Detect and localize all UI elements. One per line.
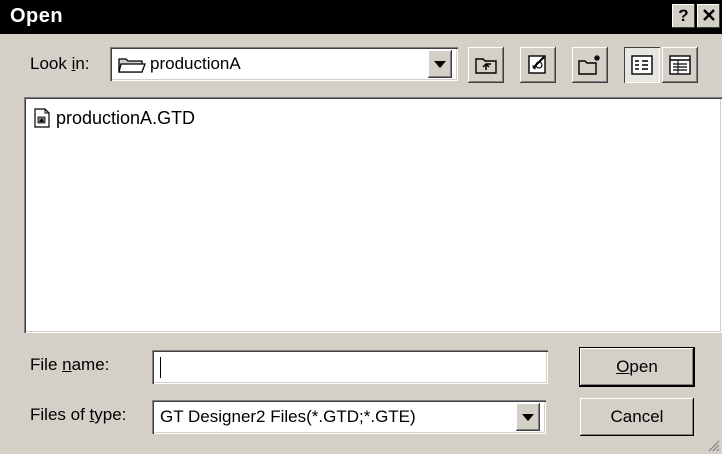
file-name-text: productionA.GTD [56,107,196,128]
close-icon [702,9,715,21]
file-name-input[interactable] [152,350,548,384]
desktop-button[interactable] [520,47,556,83]
up-one-level-icon [475,58,497,74]
window-title: Open [10,5,64,27]
desktop-icon [528,55,546,74]
chevron-down-icon [522,414,534,421]
list-view-button[interactable] [624,47,660,83]
text-cursor [160,357,161,378]
details-view-icon [669,55,691,75]
list-view-icon [631,55,653,75]
list-item[interactable]: productionA.GTD [34,107,195,129]
close-button[interactable] [697,4,720,28]
document-icon [34,108,50,128]
up-one-level-button[interactable] [468,47,504,83]
chevron-down-icon [434,61,446,68]
file-type-dropdown-button[interactable] [516,403,540,431]
look-in-label: Look in: [30,54,90,73]
look-in-dropdown-button[interactable] [428,50,452,78]
open-dialog: Open ? Look in: productionA productionA.… [0,0,722,454]
file-type-combo[interactable]: GT Designer2 Files(*.GTD;*.GTE) [152,400,546,434]
file-type-label: Files of type: [30,405,127,424]
folder-open-icon [118,58,146,73]
open-button[interactable]: Open [579,347,695,387]
file-name-label: File name: [30,355,110,374]
details-view-button[interactable] [662,47,698,83]
look-in-combo[interactable]: productionA [110,47,458,81]
help-button[interactable]: ? [672,4,695,28]
file-list[interactable] [24,97,722,333]
file-type-value: GT Designer2 Files(*.GTD;*.GTE) [160,407,416,426]
new-folder-button[interactable] [572,47,608,83]
resize-grip-icon[interactable] [706,438,720,452]
cancel-button[interactable]: Cancel [580,398,694,436]
title-bar[interactable]: Open ? [0,0,722,34]
new-folder-icon [578,55,600,75]
look-in-value: productionA [150,54,241,73]
